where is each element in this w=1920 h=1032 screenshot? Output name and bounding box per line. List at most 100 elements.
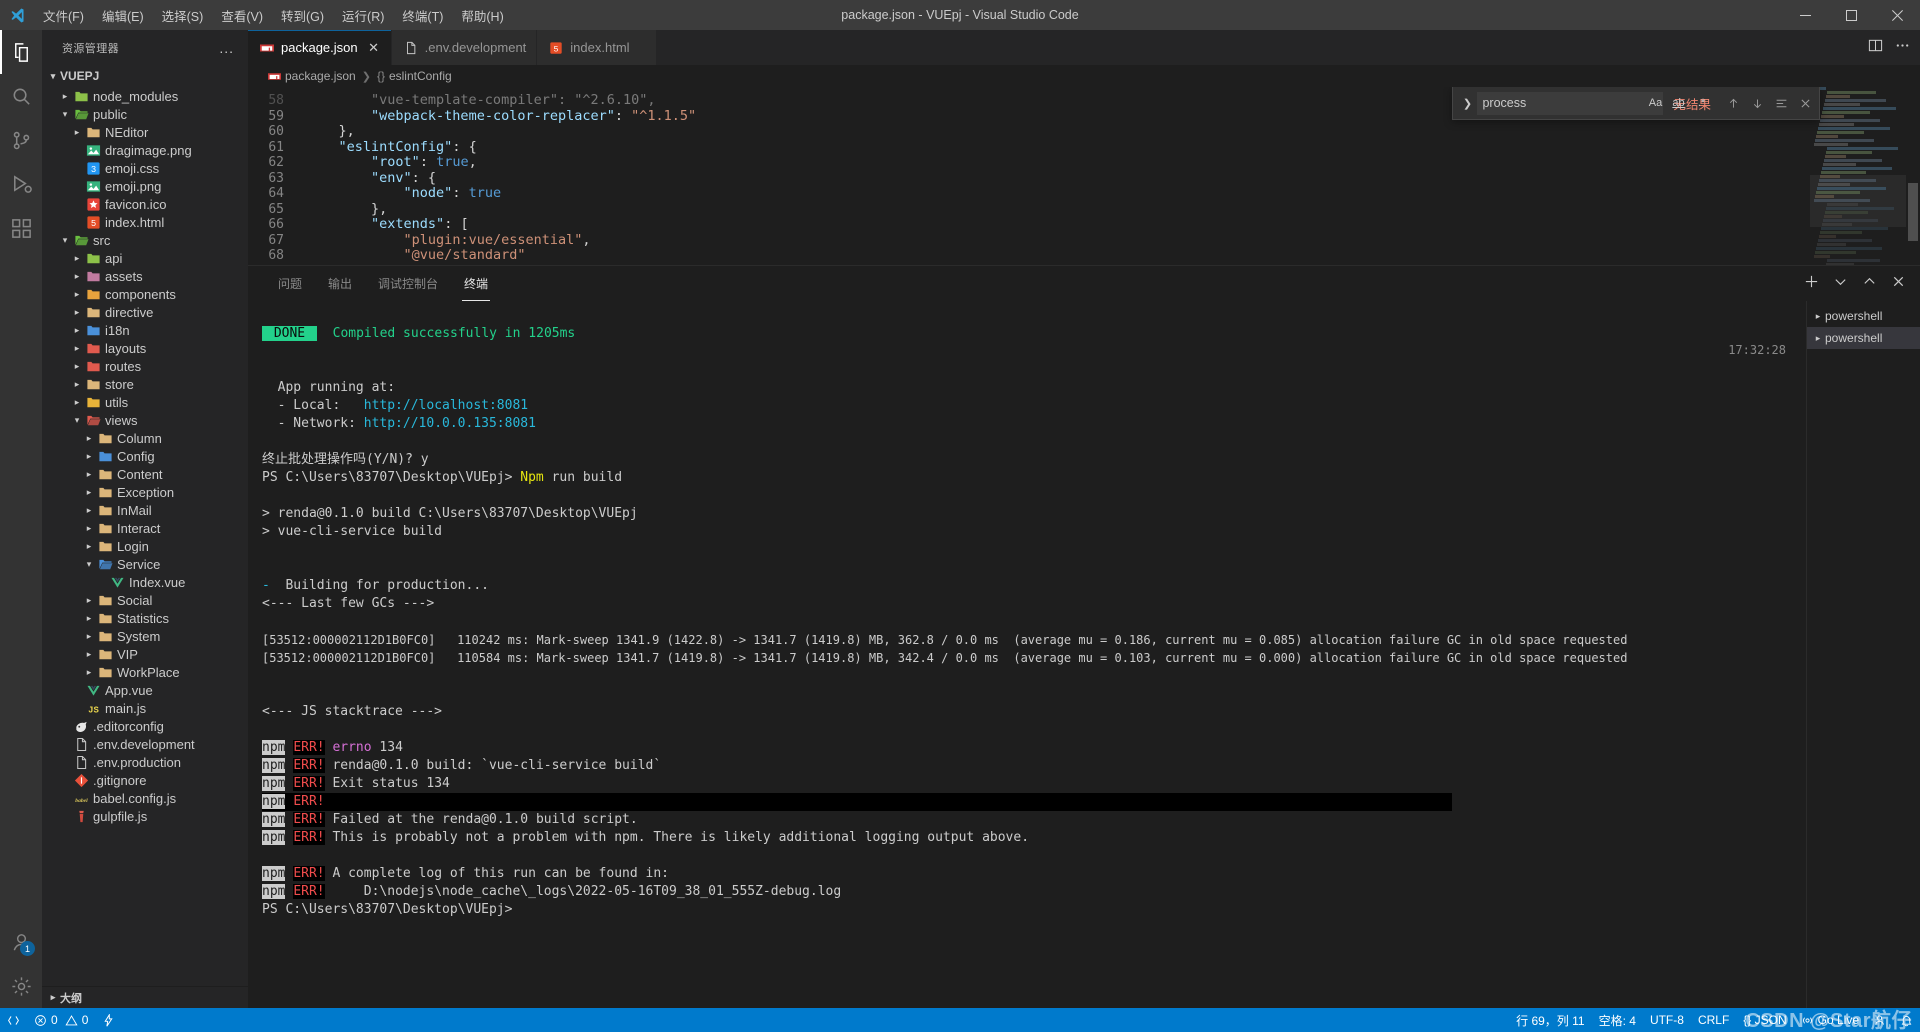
tree-item[interactable]: ▾ views [42,411,248,429]
close-find-icon[interactable] [1795,93,1815,113]
chevron-right-icon[interactable]: ▸ [82,595,96,606]
terminal-instance-list[interactable]: ▸ powershell ▸ powershell [1806,301,1920,1008]
chevron-down-icon[interactable]: ▾ [82,559,96,570]
status-bar[interactable]: 0 0 行 69，列 11 空格: 4 UTF-8 CRLF {} JSON G… [0,1008,1920,1032]
menu-terminal[interactable]: 终端(T) [393,0,452,30]
editor-tabs[interactable]: package.json ✕ .env.development 5 index.html [248,30,1920,65]
activity-source-control-icon[interactable] [0,118,42,162]
chevron-down-icon[interactable]: ▾ [46,71,60,82]
maximize-panel-icon[interactable] [1862,274,1877,294]
tree-item[interactable]: ▸ Config [42,447,248,465]
tree-item[interactable]: ▸ api [42,249,248,267]
activity-gear-icon[interactable] [0,964,42,1008]
editor-tab[interactable]: 5 index.html [537,30,658,65]
activity-extensions-icon[interactable] [0,206,42,250]
menu-file[interactable]: 文件(F) [34,0,93,30]
chevron-right-icon[interactable]: ▸ [70,307,84,318]
find-widget[interactable]: ❯ Aa ab .* 无结果 [1452,87,1820,120]
chevron-right-icon[interactable]: ▸ [82,613,96,624]
editor-minimap[interactable] [1810,87,1906,265]
tree-item[interactable]: ▸ VIP [42,645,248,663]
menu-help[interactable]: 帮助(H) [452,0,512,30]
minimize-button[interactable] [1782,0,1828,30]
status-go-live[interactable]: Go Live [1794,1013,1866,1027]
tree-root-row[interactable]: ▾ VUEPJ [42,65,248,87]
activity-explorer-icon[interactable] [0,30,42,74]
status-feedback-icon[interactable] [1866,1014,1893,1027]
chevron-right-icon[interactable]: ▸ [46,992,60,1003]
find-input-wrapper[interactable]: Aa ab .* [1477,91,1705,115]
tree-item[interactable]: ▸ Login [42,537,248,555]
match-case-icon[interactable]: Aa [1645,93,1665,113]
chevron-right-icon[interactable]: ▸ [82,523,96,534]
breadcrumb-symbol[interactable]: eslintConfig [389,69,452,83]
next-match-icon[interactable] [1747,93,1767,113]
chevron-right-icon[interactable]: ▸ [82,451,96,462]
tree-item[interactable]: ▸ Interact [42,519,248,537]
close-panel-icon[interactable] [1891,274,1906,294]
tree-item[interactable]: ▸ utils [42,393,248,411]
find-options[interactable]: Aa ab .* [1645,93,1711,113]
tree-item[interactable]: ▸ InMail [42,501,248,519]
tree-item[interactable]: babel babel.config.js [42,789,248,807]
tree-item[interactable]: .env.development [42,735,248,753]
chevron-right-icon[interactable]: ▸ [82,649,96,660]
chevron-right-icon[interactable]: ▸ [70,379,84,390]
chevron-right-icon[interactable]: ▸ [70,361,84,372]
chevron-down-icon[interactable]: ▾ [58,109,72,120]
status-indentation[interactable]: 空格: 4 [1592,1012,1643,1029]
tree-item[interactable]: ▸ Column [42,429,248,447]
tree-item[interactable]: ▸ node_modules [42,87,248,105]
chevron-right-icon[interactable]: ▸ [70,253,84,264]
tree-item[interactable]: App.vue [42,681,248,699]
tree-item[interactable]: ▸ routes [42,357,248,375]
new-terminal-icon[interactable] [1804,274,1819,294]
terminal-output[interactable]: DONE Compiled successfully in 1205ms App… [248,301,1806,1008]
chevron-right-icon[interactable]: ▸ [82,469,96,480]
tree-item[interactable]: .gitignore [42,771,248,789]
chevron-down-icon[interactable]: ▾ [58,235,72,246]
split-editor-icon[interactable] [1868,38,1883,58]
tree-item[interactable]: .env.production [42,753,248,771]
activity-account-icon[interactable]: 1 [0,920,42,964]
editor-tab-actions[interactable] [1868,30,1920,65]
find-in-selection-icon[interactable] [1771,93,1791,113]
tree-item[interactable]: ▸ i18n [42,321,248,339]
chevron-right-icon[interactable]: ▸ [70,289,84,300]
chevron-right-icon[interactable]: ▸ [58,91,72,102]
more-actions-icon[interactable] [1895,38,1910,58]
toggle-replace-chevron-right-icon[interactable]: ❯ [1457,97,1477,110]
menu-go[interactable]: 转到(G) [272,0,333,30]
close-icon[interactable]: ✕ [367,40,381,56]
previous-match-icon[interactable] [1723,93,1743,113]
editor-tab[interactable]: package.json ✕ [248,30,392,65]
menu-edit[interactable]: 编辑(E) [93,0,153,30]
tree-item[interactable]: ▸ assets [42,267,248,285]
terminal-list-item[interactable]: ▸ powershell [1807,327,1920,349]
sidebar-more-actions-icon[interactable]: ... [219,40,240,56]
tree-item[interactable]: ▸ Social [42,591,248,609]
panel-tab[interactable]: 输出 [318,266,362,301]
match-whole-word-icon[interactable]: ab [1668,93,1688,113]
panel-actions[interactable] [1804,274,1920,294]
chevron-right-icon[interactable]: ▸ [82,433,96,444]
status-bar-right[interactable]: 行 69，列 11 空格: 4 UTF-8 CRLF {} JSON Go Li… [1509,1012,1920,1029]
status-ports[interactable] [95,1008,122,1032]
tree-item[interactable]: gulpfile.js [42,807,248,825]
window-controls[interactable] [1782,0,1920,30]
menu-view[interactable]: 查看(V) [212,0,272,30]
outline-section-header[interactable]: ▸ 大纲 [42,986,248,1008]
tree-item[interactable]: dragimage.png [42,141,248,159]
activity-bar[interactable]: 1 [0,30,42,1008]
tree-item[interactable]: ▸ components [42,285,248,303]
chevron-right-icon[interactable]: ▸ [82,505,96,516]
chevron-right-icon[interactable]: ▸ [70,325,84,336]
editor-tab[interactable]: .env.development [391,30,538,65]
tree-item[interactable]: ▾ public [42,105,248,123]
tree-item[interactable]: 5 index.html [42,213,248,231]
status-eol[interactable]: CRLF [1691,1013,1736,1027]
chevron-right-icon[interactable]: ▸ [70,397,84,408]
chevron-down-icon[interactable]: ▾ [70,415,84,426]
panel-tabs[interactable]: 问题 输出 调试控制台 终端 [248,266,1920,301]
tree-item[interactable]: ▸ Statistics [42,609,248,627]
